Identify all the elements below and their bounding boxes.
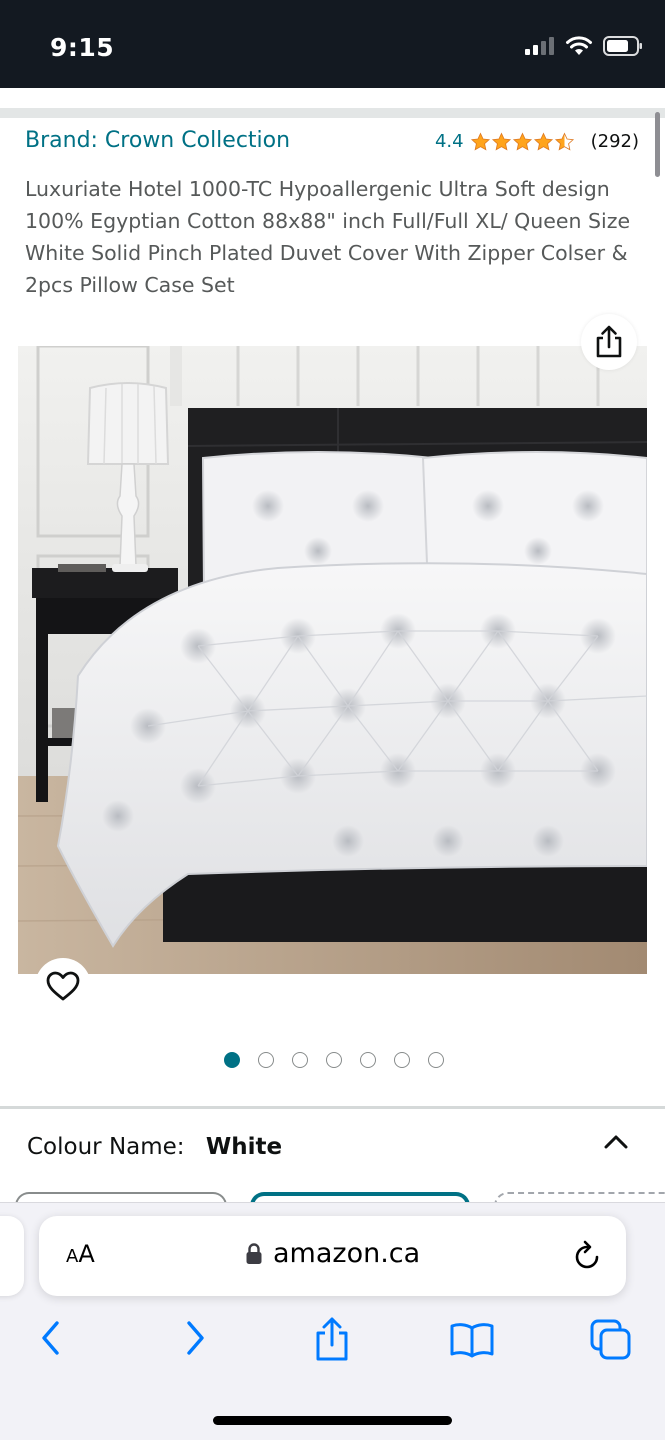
product-title: Luxuriate Hotel 1000-TC Hypoallergenic U… bbox=[25, 177, 631, 297]
status-icons bbox=[525, 36, 643, 56]
share-icon bbox=[596, 325, 622, 358]
back-button[interactable] bbox=[36, 1316, 66, 1360]
share-icon bbox=[316, 1317, 348, 1361]
collapse-colour-button[interactable] bbox=[602, 1130, 630, 1159]
rating-value: 4.4 bbox=[434, 131, 464, 152]
star-icon bbox=[470, 132, 490, 150]
heart-icon bbox=[46, 971, 80, 1001]
address-bar[interactable]: AA amazon.ca bbox=[39, 1216, 626, 1296]
book-icon bbox=[450, 1323, 494, 1358]
half-star-icon bbox=[554, 132, 574, 150]
chevron-up-icon bbox=[604, 1135, 628, 1149]
chevron-left-icon bbox=[42, 1321, 59, 1355]
bed-illustration bbox=[18, 346, 647, 974]
tabs-button[interactable] bbox=[589, 1316, 633, 1362]
status-bar: 9:15 bbox=[0, 0, 665, 88]
colour-value: White bbox=[205, 1134, 283, 1160]
add-to-wishlist-button[interactable] bbox=[35, 958, 91, 1014]
text-size-button[interactable]: AA bbox=[66, 1240, 95, 1268]
scroll-indicator bbox=[655, 112, 660, 177]
battery-icon bbox=[603, 36, 642, 56]
reload-button[interactable] bbox=[572, 1238, 602, 1277]
star-rating bbox=[470, 132, 575, 152]
reload-icon bbox=[575, 1240, 599, 1269]
chevron-right-icon bbox=[187, 1321, 204, 1355]
url-display[interactable]: amazon.ca bbox=[245, 1238, 420, 1269]
tabs-icon bbox=[590, 1319, 631, 1360]
carousel-dot[interactable] bbox=[360, 1052, 376, 1068]
brand-link[interactable]: Brand: Crown Collection bbox=[25, 128, 290, 153]
rating-summary[interactable]: 4.4 (292) bbox=[435, 131, 639, 152]
page-top-divider bbox=[0, 108, 665, 118]
carousel-dot[interactable] bbox=[258, 1052, 274, 1068]
signal-icon bbox=[525, 37, 554, 55]
colour-label: Colour Name: bbox=[27, 1134, 185, 1160]
wifi-icon bbox=[566, 36, 592, 55]
carousel-dot[interactable] bbox=[326, 1052, 342, 1068]
carousel-dot[interactable] bbox=[292, 1052, 308, 1068]
forward-button[interactable] bbox=[180, 1316, 210, 1360]
carousel-dot[interactable] bbox=[394, 1052, 410, 1068]
previous-tab-preview[interactable] bbox=[0, 1216, 24, 1296]
bookmarks-button[interactable] bbox=[449, 1316, 495, 1362]
review-count: (292) bbox=[590, 131, 639, 152]
home-indicator bbox=[213, 1416, 452, 1425]
product-image[interactable] bbox=[18, 346, 647, 974]
carousel-dot[interactable] bbox=[224, 1052, 240, 1068]
star-icon bbox=[512, 132, 532, 150]
share-button[interactable] bbox=[581, 314, 637, 370]
browser-bottom-toolbar bbox=[0, 1316, 665, 1366]
carousel-dot[interactable] bbox=[428, 1052, 444, 1068]
star-icon bbox=[533, 132, 553, 150]
url-text: amazon.ca bbox=[273, 1238, 421, 1269]
section-divider bbox=[0, 1106, 665, 1109]
browser-share-button[interactable] bbox=[314, 1316, 350, 1362]
star-icon bbox=[491, 132, 511, 150]
image-carousel-dots bbox=[224, 1052, 444, 1068]
lock-icon bbox=[246, 1242, 262, 1264]
status-time: 9:15 bbox=[50, 33, 115, 62]
colour-selector-header[interactable]: Colour Name: White bbox=[27, 1134, 282, 1160]
